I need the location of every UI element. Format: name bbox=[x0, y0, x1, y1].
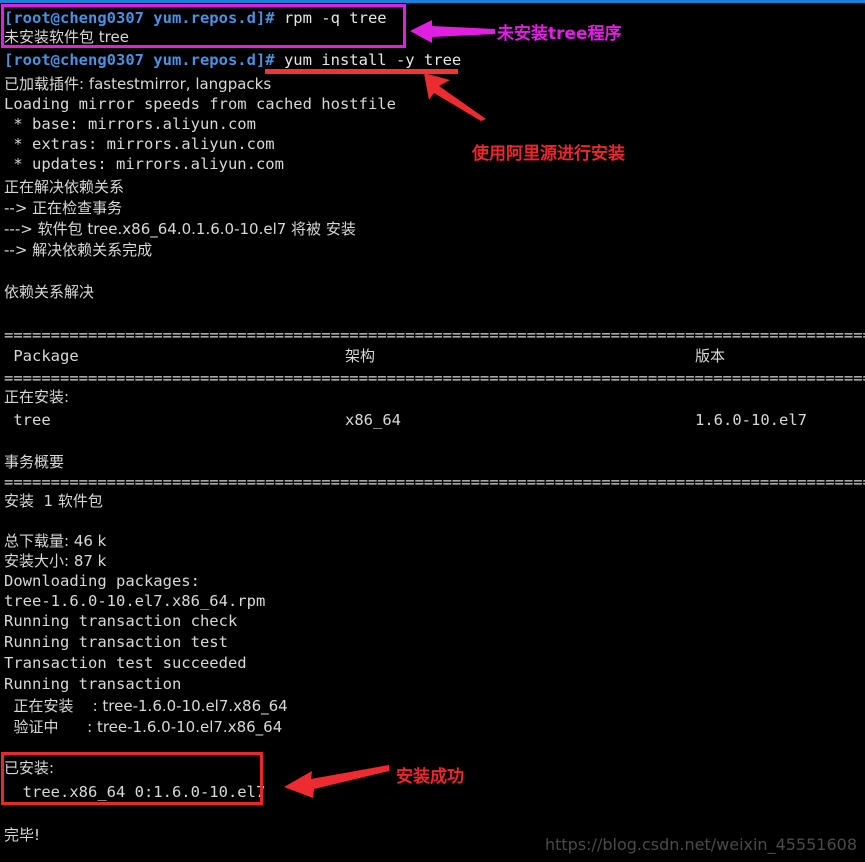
annotation-not-installed: 未安装tree程序 bbox=[497, 24, 622, 44]
summary-separator: ========================================… bbox=[4, 473, 865, 491]
highlight-box-rpm-query bbox=[1, 4, 406, 48]
table-separator-bottom: ========================================… bbox=[4, 369, 865, 387]
terminal-line-transaction-summary: 事务概要 bbox=[4, 453, 65, 471]
terminal-line-downloading: Downloading packages: bbox=[4, 572, 200, 590]
terminal-line-installing-header: 正在安装: bbox=[4, 388, 70, 406]
terminal-line-package-will-install: ---> 软件包 tree.x86_64.0.1.6.0-10.el7 将被 安… bbox=[4, 220, 356, 238]
table-header-package: Package bbox=[4, 347, 79, 365]
command-text: yum install -y tree bbox=[274, 51, 462, 69]
terminal-line-rpm-file: tree-1.6.0-10.el7.x86_64.rpm bbox=[4, 592, 266, 610]
terminal-screenshot: [root@cheng0307 yum.repos.d]# rpm -q tre… bbox=[0, 0, 865, 862]
terminal-line-total-download: 总下载量: 46 k bbox=[4, 532, 107, 550]
terminal-line-deps-resolved: 依赖关系解决 bbox=[4, 283, 95, 301]
terminal-line-mirror-speeds: Loading mirror speeds from cached hostfi… bbox=[4, 95, 396, 113]
terminal-line-mirror-base: * base: mirrors.aliyun.com bbox=[4, 115, 256, 133]
red-arrow-success-icon bbox=[284, 765, 389, 798]
red-arrow-icon bbox=[424, 73, 486, 121]
terminal-line-mirror-extras: * extras: mirrors.aliyun.com bbox=[4, 135, 275, 153]
terminal-line-transaction-test-ok: Transaction test succeeded bbox=[4, 654, 247, 672]
annotation-install-success: 安装成功 bbox=[396, 767, 464, 787]
terminal-line-transaction-test: Running transaction test bbox=[4, 633, 228, 651]
terminal-line-install-count: 安装 1 软件包 bbox=[4, 492, 103, 510]
magenta-arrow-icon bbox=[410, 20, 495, 43]
terminal-line-deps-finished: --> 解决依赖关系完成 bbox=[4, 241, 153, 259]
shell-prompt: [root@cheng0307 yum.repos.d]# bbox=[4, 51, 275, 69]
watermark-url: https://blog.csdn.net/weixin_45551608 bbox=[544, 835, 857, 854]
table-header-version: 版本 bbox=[695, 347, 726, 365]
terminal-line-resolving-deps: 正在解决依赖关系 bbox=[4, 178, 125, 196]
table-row-arch: x86_64 bbox=[345, 411, 401, 429]
terminal-line-mirror-updates: * updates: mirrors.aliyun.com bbox=[4, 155, 284, 173]
table-row-package-name: tree bbox=[4, 411, 51, 429]
terminal-line-plugins: 已加载插件: fastestmirror, langpacks bbox=[4, 75, 272, 93]
table-row-version: 1.6.0-10.el7 bbox=[695, 411, 807, 429]
terminal-line-command-yum: [root@cheng0307 yum.repos.d]# yum instal… bbox=[4, 51, 461, 70]
terminal-output[interactable]: [root@cheng0307 yum.repos.d]# rpm -q tre… bbox=[0, 3, 865, 862]
terminal-line-installing-pkg: 正在安装 : tree-1.6.0-10.el7.x86_64 bbox=[4, 697, 288, 715]
terminal-line-complete: 完毕! bbox=[4, 826, 41, 844]
terminal-line-install-size: 安装大小: 87 k bbox=[4, 552, 107, 570]
table-header-arch: 架构 bbox=[345, 347, 376, 365]
terminal-line-running-transaction: Running transaction bbox=[4, 675, 182, 693]
terminal-line-checking-transaction: --> 正在检查事务 bbox=[4, 199, 123, 217]
terminal-line-verifying-pkg: 验证中 : tree-1.6.0-10.el7.x86_64 bbox=[4, 718, 283, 736]
annotation-use-aliyun-mirror: 使用阿里源进行安装 bbox=[472, 144, 625, 164]
table-separator-top: ========================================… bbox=[4, 326, 865, 344]
highlight-box-installed-result bbox=[1, 752, 263, 805]
terminal-line-transaction-check: Running transaction check bbox=[4, 612, 238, 630]
